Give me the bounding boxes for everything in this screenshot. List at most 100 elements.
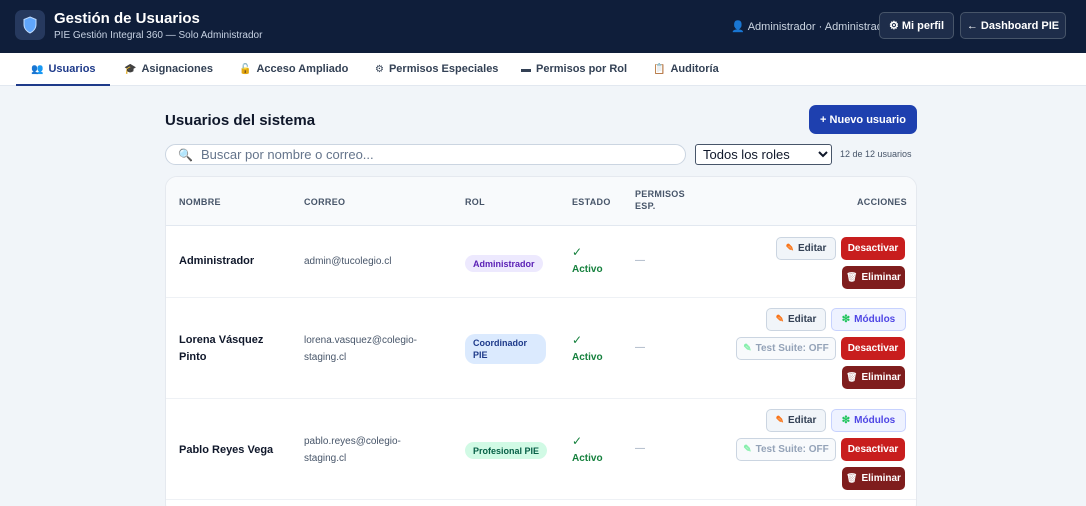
page-title: Usuarios del sistema [165,112,316,129]
delete-label: Eliminar [861,272,901,283]
tab-label: Usuarios [48,63,96,75]
delete-label: Eliminar [861,473,901,484]
test-suite-toggle[interactable]: ✎ Test Suite: OFF [736,337,836,360]
check-icon: ✓ [572,245,583,259]
delete-label: Eliminar [861,372,901,383]
role-badge: Profesional PIE [465,442,548,459]
current-user-label: Administrador · Administrador [747,21,893,33]
tab-usuarios[interactable]: 👥 Usuarios [16,53,109,86]
status-label: Activo [572,453,603,464]
delete-button[interactable]: 🗑 Eliminar [842,467,905,490]
user-icon: 👤 [731,21,745,33]
tab-asignaciones[interactable]: 🎓 Asignaciones [124,53,213,85]
tab-permisos-especiales[interactable]: ⚙ Permisos Especiales [375,53,498,85]
gear-icon: ⚙ [375,63,384,75]
deactivate-button[interactable]: Desactivar [841,337,905,360]
delete-button[interactable]: 🗑 Eliminar [842,366,905,389]
col-header-permissions: PERMISOS ESP. [635,189,685,211]
user-name: Pablo Reyes Vega [179,444,274,456]
status-label: Activo [572,264,603,275]
user-count: 12 de 12 usuarios [840,149,912,159]
special-permissions: — [635,255,645,266]
col-header-name: NOMBRE [179,197,221,207]
top-header: Gestión de Usuarios PIE Gestión Integral… [0,0,1086,53]
search-input[interactable] [200,147,661,162]
dashboard-pie-button[interactable]: ← Dashboard PIE [960,12,1066,39]
app-subtitle: PIE Gestión Integral 360 — Solo Administ… [54,30,263,41]
pencil-icon: ✎ [775,415,785,426]
role-badge: Administrador [465,255,543,272]
col-header-actions: ACCIONES [857,197,907,207]
trash-icon: 🗑 [846,473,858,483]
modules-button[interactable]: ❇ Módulos [831,308,906,331]
status-badge: ✓ Activo [572,244,603,278]
trash-icon: 🗑 [846,272,858,282]
edit-button[interactable]: ✎ Editar [776,237,836,260]
test-suite-label: Test Suite: OFF [755,444,829,455]
trash-icon: 🗑 [846,372,858,382]
tab-permisos-por-rol[interactable]: ▬ Permisos por Rol [521,53,627,85]
user-email: lorena.vasquez@colegio-staging.cl [304,335,417,363]
users-table: NOMBRE CORREO ROL ESTADO PERMISOS ESP. A… [165,176,917,506]
special-permissions: — [635,342,645,353]
search-icon: 🔍 [178,147,193,162]
search-box: 🔍 [165,144,686,165]
table-row: Administrador admin@tucolegio.cl Adminis… [166,226,916,298]
user-email: pablo.reyes@colegio-staging.cl [304,436,401,464]
test-tube-icon: ✎ [743,343,752,354]
user-email: admin@tucolegio.cl [304,256,392,267]
edit-button[interactable]: ✎ Editar [766,308,826,331]
modules-label: Módulos [854,314,896,325]
status-label: Activo [572,352,603,363]
edit-label: Editar [788,415,817,426]
my-profile-button[interactable]: ⚙ Mi perfil [879,12,954,39]
tab-auditoria[interactable]: 📋 Auditoría [653,53,719,85]
edit-label: Editar [788,314,817,325]
modules-label: Módulos [854,415,896,426]
role-badge: Coordinador PIE [465,334,546,364]
test-suite-toggle[interactable]: ✎ Test Suite: OFF [736,438,836,461]
edit-label: Editar [798,243,827,254]
puzzle-icon: ❇ [841,314,851,325]
folder-icon: ▬ [521,63,531,75]
clipboard-icon: 📋 [653,63,666,75]
test-suite-label: Test Suite: OFF [755,343,829,354]
puzzle-icon: ❇ [841,415,851,426]
delete-button[interactable]: 🗑 Eliminar [842,266,905,289]
status-badge: ✓ Activo [572,433,603,467]
edit-button[interactable]: ✎ Editar [766,409,826,432]
current-user-info: 👤 Administrador · Administrador [731,20,893,33]
shield-icon [15,10,45,40]
app-title: Gestión de Usuarios [54,10,200,27]
col-header-role: ROL [465,197,485,207]
tab-acceso-ampliado[interactable]: 🔓 Acceso Ampliado [239,53,348,85]
check-icon: ✓ [572,333,583,347]
tab-label: Asignaciones [141,63,213,75]
deactivate-button[interactable]: Desactivar [841,237,905,260]
special-permissions: — [635,443,645,454]
tab-label: Permisos por Rol [536,63,628,75]
graduation-cap-icon: 🎓 [124,63,137,75]
test-tube-icon: ✎ [743,444,752,455]
table-row: Lorena Vásquez Pinto lorena.vasquez@cole… [166,298,916,399]
pencil-icon: ✎ [775,314,785,325]
tab-label: Acceso Ampliado [256,63,349,75]
pencil-icon: ✎ [785,243,795,254]
col-header-status: ESTADO [572,197,611,207]
status-badge: ✓ Activo [572,332,603,366]
table-row: Pablo Reyes Vega pablo.reyes@colegio-sta… [166,399,916,500]
col-header-email: CORREO [304,197,346,207]
user-name: Administrador [179,255,255,267]
check-icon: ✓ [572,434,583,448]
tab-label: Auditoría [670,63,719,75]
tab-label: Permisos Especiales [388,63,499,75]
lock-icon: 🔓 [239,63,252,75]
table-header: NOMBRE CORREO ROL ESTADO PERMISOS ESP. A… [166,177,916,226]
user-name: Lorena Vásquez Pinto [179,334,264,363]
tab-bar: 👥 Usuarios 🎓 Asignaciones 🔓 Acceso Ampliado… [0,53,1086,86]
deactivate-button[interactable]: Desactivar [841,438,905,461]
users-icon: 👥 [31,63,44,75]
new-user-button[interactable]: + Nuevo usuario [809,105,917,134]
role-filter-select[interactable]: Todos los roles [695,144,832,165]
modules-button[interactable]: ❇ Módulos [831,409,906,432]
